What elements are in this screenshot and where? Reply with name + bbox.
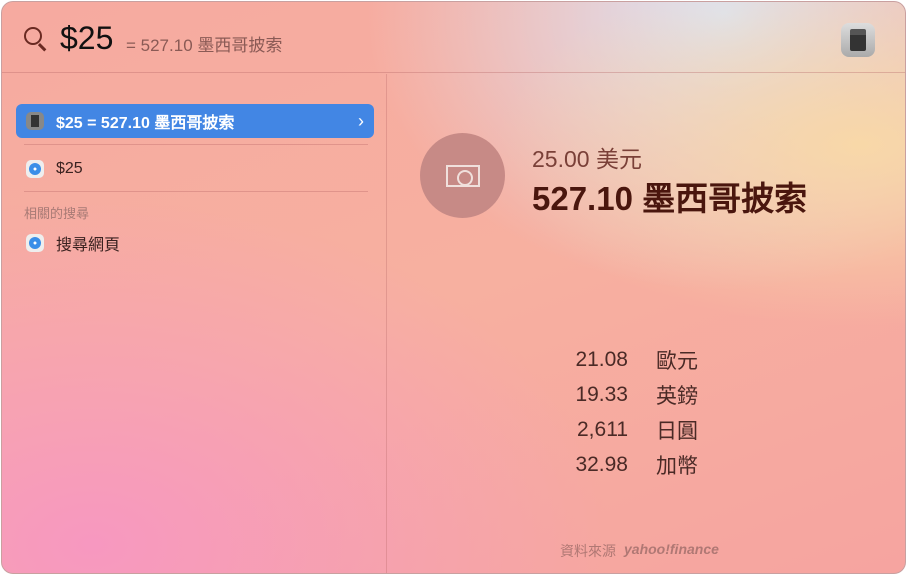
rate-value: 19.33	[575, 382, 628, 406]
result-web[interactable]: $25	[16, 152, 374, 186]
result-label: $25 = 527.10 墨西哥披索	[56, 115, 235, 132]
spotlight-window: $25 = 527.10 墨西哥披索 $25 = 527.10 墨西哥披索 › …	[1, 1, 906, 574]
divider	[24, 144, 368, 145]
safari-icon	[26, 160, 44, 178]
related-heading: 相關的搜尋	[24, 206, 90, 221]
rate-currency: 加幣	[656, 454, 698, 478]
rate-row: 2,611 日圓	[542, 412, 698, 447]
divider	[24, 191, 368, 192]
source-label: 資料來源	[560, 543, 616, 559]
result-label: $25	[56, 160, 83, 177]
search-input[interactable]: $25	[60, 20, 113, 57]
rate-currency: 英鎊	[656, 384, 698, 408]
result-currency[interactable]: $25 = 527.10 墨西哥披索 ›	[16, 104, 374, 138]
banknote-icon	[420, 133, 505, 218]
rate-value: 2,611	[577, 417, 628, 441]
yahoo-finance-logo: yahoo!finance	[624, 541, 719, 557]
results-list: $25 = 527.10 墨西哥披索 › $25 相關的搜尋 搜尋網頁	[2, 74, 387, 573]
search-bar[interactable]: $25 = 527.10 墨西哥披索	[2, 2, 905, 73]
rate-currency: 歐元	[656, 349, 698, 373]
safari-icon	[26, 234, 44, 252]
other-rates: 21.08 歐元 19.33 英鎊 2,611 日圓 32.98 加幣	[542, 342, 698, 482]
converted-amount: 527.10 墨西哥披索	[532, 180, 808, 217]
search-icon	[24, 27, 42, 45]
search-hint: = 527.10 墨西哥披索	[126, 36, 283, 55]
rate-currency: 日圓	[656, 419, 698, 443]
calculator-icon	[26, 112, 44, 130]
rate-value: 32.98	[575, 452, 628, 476]
source-amount: 25.00 美元	[532, 146, 642, 172]
chevron-right-icon: ›	[358, 110, 364, 131]
rate-row: 19.33 英鎊	[542, 377, 698, 412]
result-label: 搜尋網頁	[56, 237, 121, 254]
data-source[interactable]: 資料來源 yahoo!finance	[560, 541, 719, 561]
related-search-web[interactable]: 搜尋網頁	[16, 226, 374, 260]
rate-row: 32.98 加幣	[542, 447, 698, 482]
rate-value: 21.08	[575, 347, 628, 371]
calculator-app-icon[interactable]	[841, 23, 875, 57]
rate-row: 21.08 歐元	[542, 342, 698, 377]
